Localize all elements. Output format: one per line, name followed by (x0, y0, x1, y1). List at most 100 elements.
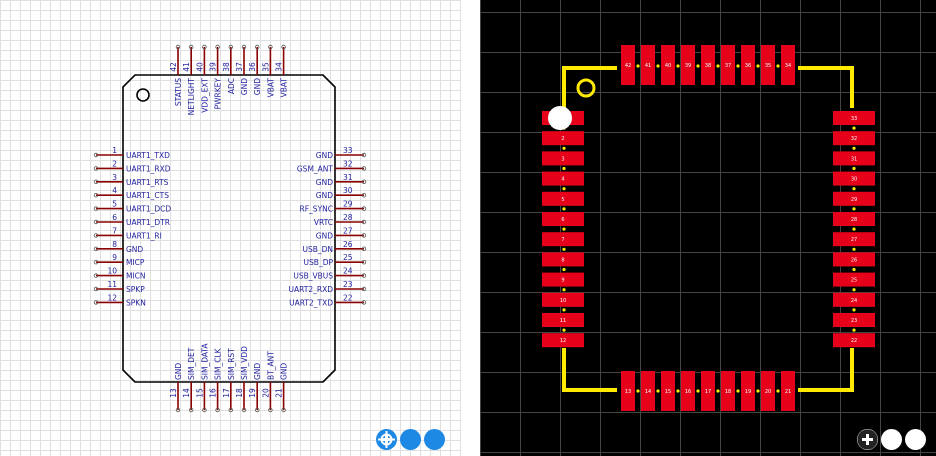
pin-name: GND (126, 245, 143, 254)
pin-name: GND (316, 231, 333, 240)
silkscreen-dot (676, 389, 680, 393)
silkscreen-dot (852, 247, 856, 251)
pin-number: 1 (112, 146, 117, 155)
silkscreen-dot (656, 389, 660, 393)
pad-number: 37 (725, 63, 731, 69)
pin-name: UART1_CTS (126, 191, 169, 200)
silkscreen-dot (852, 328, 856, 332)
pin-name: GND (316, 191, 333, 200)
pin-name: RF_SYNC (300, 205, 333, 214)
pin-name: VBAT (266, 78, 275, 98)
pin-name: SIM_DATA (200, 343, 209, 380)
pin-number: 6 (112, 213, 117, 222)
schematic-canvas: 1 UART1_TXD 2 UART1_RXD 3 UART1_RTS 4 UART1_CTS… (93, 44, 367, 413)
silkscreen-dot (636, 389, 640, 393)
pad-number: 20 (765, 389, 771, 395)
pin-number: 16 (209, 388, 218, 398)
zoom-in-button[interactable] (857, 429, 926, 450)
pin-number: 29 (343, 200, 353, 209)
silkscreen-dot (562, 227, 566, 231)
pad-number: 25 (851, 278, 857, 284)
pin-name: GND (253, 78, 262, 95)
pin-number: 4 (112, 186, 117, 195)
view-divider (461, 0, 480, 456)
pin-name: GSM_ANT (297, 164, 334, 173)
pin-name: STATUS (174, 78, 183, 106)
pin-name: UART1_RTS (126, 178, 169, 187)
plus-icon (857, 429, 878, 450)
pin-name: USB_VBUS (293, 272, 333, 281)
pin-number: 40 (195, 62, 204, 72)
pin-number: 17 (222, 388, 231, 398)
pad-number: 9 (561, 278, 564, 284)
pin-name: GND (316, 151, 333, 160)
pin-number: 23 (343, 280, 353, 289)
pin-name: UART1_DCD (126, 205, 171, 214)
pad-number: 18 (725, 389, 731, 395)
pin-name: UART2_RXD (288, 285, 333, 294)
pcb-pads: 1234567891011123332313029282726252423224… (542, 45, 875, 411)
pad-number: 19 (745, 389, 751, 395)
pin-name: NETLIGHT (187, 78, 196, 116)
pin-name: UART1_TXD (126, 151, 170, 160)
pin-number: 22 (343, 293, 353, 302)
pin-number: 10 (107, 267, 117, 276)
pin-number: 27 (343, 226, 353, 235)
schematic-view[interactable]: 1 UART1_TXD 2 UART1_RXD 3 UART1_RTS 4 UART1_CTS… (0, 0, 461, 456)
silkscreen-dot (562, 207, 566, 211)
silkscreen-dot (696, 389, 700, 393)
pin-number: 34 (275, 62, 284, 72)
pin-number: 24 (343, 267, 353, 276)
silkscreen-dot (852, 227, 856, 231)
pin-number: 37 (235, 62, 244, 72)
pin-name: VRTC (314, 218, 333, 227)
pad-number: 33 (851, 116, 857, 122)
silkscreen-dot (636, 64, 640, 68)
silkscreen-dot (756, 64, 760, 68)
pcb-view[interactable]: 1234567891011123332313029282726252423224… (480, 0, 936, 456)
pin-name: UART1_RXD (126, 164, 171, 173)
pad-number: 17 (705, 389, 711, 395)
zoom-out-button[interactable] (381, 429, 421, 450)
silkscreen-dot (852, 267, 856, 272)
zoom-out-button[interactable] (857, 429, 902, 450)
silkscreen-outline-top (562, 66, 617, 108)
silkscreen-outline-bottom-left (562, 348, 617, 392)
pin1-silkscreen-marker (576, 78, 596, 98)
pad-number: 31 (851, 156, 857, 162)
pin-number: 31 (343, 173, 353, 182)
pin-number: 25 (343, 253, 353, 262)
pin-name: GND (316, 178, 333, 187)
pin-name: GND (240, 78, 249, 95)
pin-name: SPKP (126, 285, 145, 294)
pin-number: 2 (112, 159, 117, 168)
pad-number: 41 (645, 63, 651, 69)
pad-number: 32 (851, 136, 857, 142)
pad-number: 30 (851, 177, 857, 183)
pin-name: ADC (227, 78, 236, 94)
component-body[interactable] (122, 74, 336, 383)
pcb-canvas: 1234567891011123332313029282726252423224… (542, 45, 875, 411)
pin-number: 18 (235, 388, 244, 398)
pad-number: 27 (851, 237, 857, 243)
silkscreen-dot (756, 389, 760, 393)
pin-number: 32 (343, 159, 353, 168)
pin-number: 30 (343, 186, 353, 195)
silkscreen-dot (562, 187, 566, 191)
pin-number: 36 (248, 62, 257, 72)
pin-name: MICN (126, 272, 146, 281)
pin-number: 3 (112, 173, 117, 182)
pin-number: 38 (222, 62, 231, 72)
schematic-pins: 1 UART1_TXD 2 UART1_RXD 3 UART1_RTS 4 UART1_CTS… (93, 44, 367, 413)
pin-number: 21 (275, 388, 284, 398)
pad-number: 14 (645, 389, 651, 395)
pad-number: 42 (625, 63, 631, 69)
pad-number: 15 (665, 389, 671, 395)
zoom-in-button[interactable] (381, 429, 445, 450)
pin-number: 5 (112, 200, 117, 209)
pin-name: BT_ANT (266, 351, 275, 380)
plus-icon (381, 434, 392, 445)
pin-name: UART1_DTR (126, 218, 170, 227)
pad-number: 16 (685, 389, 691, 395)
pin-number: 15 (195, 388, 204, 398)
